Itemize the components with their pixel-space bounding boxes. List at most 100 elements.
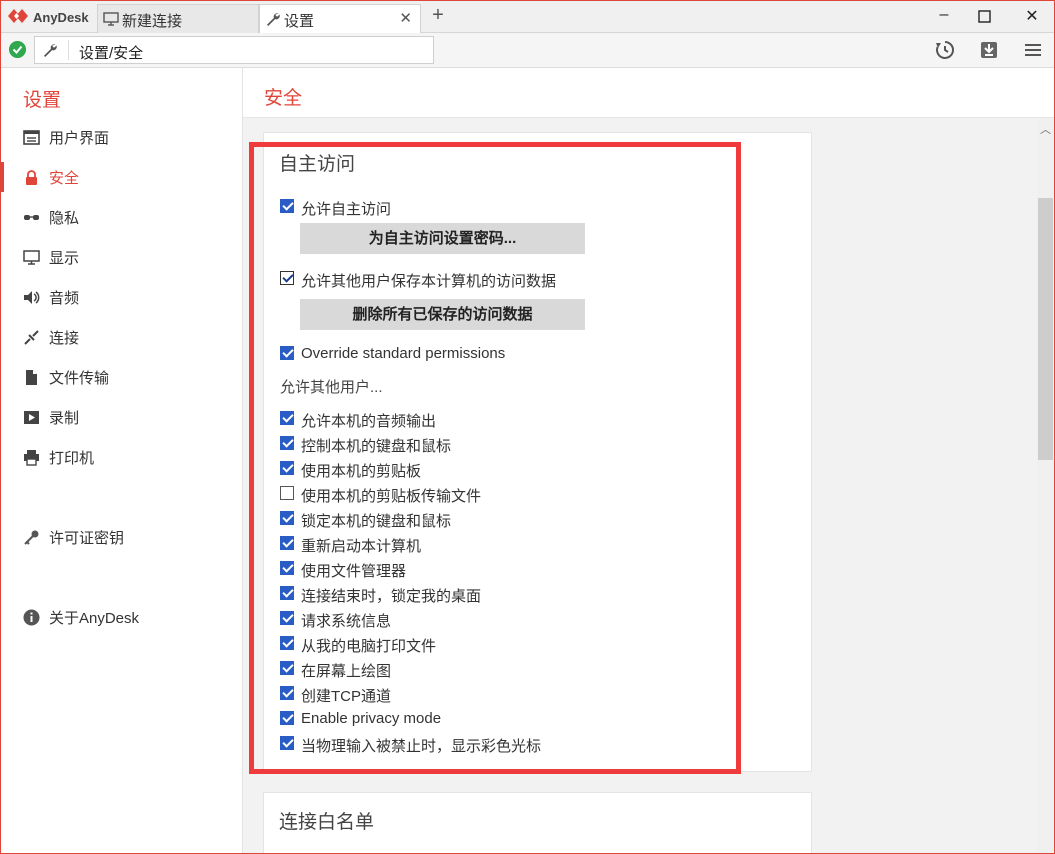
sidebar-item-display[interactable]: 显示 bbox=[1, 242, 241, 272]
title-bar: AnyDesk 新建连接 设置 ✕ + – ✕ bbox=[1, 1, 1054, 33]
checkbox-label: 请求系统信息 bbox=[301, 613, 392, 630]
sidebar-item-label: 许可证密钥 bbox=[49, 530, 125, 547]
checkbox[interactable] bbox=[280, 611, 294, 625]
checkbox[interactable] bbox=[280, 486, 294, 500]
sidebar-item-user-interface[interactable]: 用户界面 bbox=[1, 122, 241, 152]
connection-icon bbox=[24, 330, 39, 345]
glasses-icon bbox=[24, 215, 39, 220]
sidebar-item-label: 安全 bbox=[49, 170, 80, 187]
wrench-icon bbox=[44, 44, 57, 57]
main-header: 安全 bbox=[243, 68, 1054, 118]
sidebar-item-license-key[interactable]: 许可证密钥 bbox=[1, 522, 241, 552]
sidebar-item-recording[interactable]: 录制 bbox=[1, 402, 241, 432]
checkbox[interactable] bbox=[280, 436, 294, 450]
download-icon[interactable] bbox=[979, 40, 999, 60]
checkbox-label: 使用本机的剪贴板传输文件 bbox=[301, 488, 482, 505]
checkbox-label: 使用本机的剪贴板 bbox=[301, 463, 422, 480]
sidebar-item-label: 录制 bbox=[49, 410, 80, 427]
checkbox-label: 允许本机的音频输出 bbox=[301, 413, 437, 430]
checkbox[interactable] bbox=[280, 461, 294, 475]
minimize-icon[interactable]: – bbox=[933, 6, 955, 28]
scroll-up-icon[interactable]: ︿ bbox=[1040, 121, 1051, 137]
delete-saved-access-button[interactable]: 删除所有已保存的访问数据 bbox=[300, 299, 585, 330]
sidebar-item-security[interactable]: 安全 bbox=[1, 162, 241, 192]
sidebar-item-label: 关于AnyDesk bbox=[49, 610, 140, 627]
page-title: 安全 bbox=[264, 88, 303, 109]
sidebar-item-label: 连接 bbox=[49, 330, 80, 347]
close-icon[interactable]: ✕ bbox=[399, 9, 412, 27]
key-icon bbox=[24, 530, 39, 545]
tab-label: 设置 bbox=[284, 13, 315, 30]
sidebar-item-label: 隐私 bbox=[49, 210, 80, 227]
speaker-icon bbox=[24, 291, 40, 304]
checkbox-label: 重新启动本计算机 bbox=[301, 538, 422, 555]
checkbox[interactable] bbox=[280, 411, 294, 425]
allow-others-label: 允许其他用户... bbox=[280, 379, 383, 396]
set-password-button[interactable]: 为自主访问设置密码... bbox=[300, 223, 585, 254]
display-icon bbox=[23, 250, 40, 265]
panel-title: 自主访问 bbox=[279, 154, 356, 175]
panel-title: 连接白名单 bbox=[279, 812, 375, 833]
whitelist-panel: 连接白名单 bbox=[263, 792, 812, 853]
vertical-scrollbar[interactable]: ︿ bbox=[1037, 118, 1054, 853]
checkbox[interactable] bbox=[280, 536, 294, 550]
sidebar-item-label: 文件传输 bbox=[49, 370, 110, 387]
tab-settings[interactable]: 设置 ✕ bbox=[259, 4, 421, 33]
anydesk-logo-icon bbox=[8, 9, 28, 23]
plus-icon[interactable]: + bbox=[429, 4, 447, 27]
checkbox[interactable] bbox=[280, 736, 294, 750]
checkbox[interactable] bbox=[280, 586, 294, 600]
checkbox-label: 从我的电脑打印文件 bbox=[301, 638, 437, 655]
checkbox[interactable] bbox=[280, 711, 294, 725]
checkbox[interactable] bbox=[280, 346, 294, 360]
info-icon bbox=[23, 609, 40, 626]
checkbox-label: 当物理输入被禁止时，显示彩色光标 bbox=[301, 738, 542, 755]
wrench-icon bbox=[267, 13, 280, 26]
checkbox[interactable] bbox=[280, 661, 294, 675]
checkbox-label: 控制本机的键盘和鼠标 bbox=[301, 438, 452, 455]
monitor-icon bbox=[103, 12, 119, 26]
tab-new-connection[interactable]: 新建连接 bbox=[97, 4, 259, 33]
checkbox-label: 允许自主访问 bbox=[301, 201, 392, 218]
checkbox[interactable] bbox=[280, 636, 294, 650]
sidebar-item-label: 用户界面 bbox=[49, 130, 110, 147]
settings-main: 安全 自主访问 允许自主访问 为自主访问设置密码... 允许其他用户保存本计算机… bbox=[243, 68, 1054, 853]
maximize-icon[interactable] bbox=[978, 10, 992, 24]
close-window-icon[interactable]: ✕ bbox=[1021, 6, 1043, 28]
sidebar-item-printer[interactable]: 打印机 bbox=[1, 442, 241, 472]
sidebar-item-label: 打印机 bbox=[49, 450, 95, 467]
checkbox[interactable] bbox=[280, 199, 294, 213]
checkbox[interactable] bbox=[280, 271, 294, 285]
file-icon bbox=[26, 370, 37, 385]
sidebar-title: 设置 bbox=[23, 90, 62, 111]
checkbox-label: 创建TCP通道 bbox=[301, 688, 392, 705]
unattended-access-panel: 自主访问 允许自主访问 为自主访问设置密码... 允许其他用户保存本计算机的访问… bbox=[263, 132, 812, 772]
checkbox-label: 连接结束时，锁定我的桌面 bbox=[301, 588, 482, 605]
checkbox-label: 使用文件管理器 bbox=[301, 563, 407, 580]
scroll-thumb[interactable] bbox=[1038, 198, 1053, 460]
address-text: 设置/安全 bbox=[79, 45, 144, 62]
record-icon bbox=[24, 411, 39, 424]
sidebar-item-privacy[interactable]: 隐私 bbox=[1, 202, 241, 232]
app-name: AnyDesk bbox=[33, 10, 89, 25]
checkbox[interactable] bbox=[280, 561, 294, 575]
user-interface-icon bbox=[23, 130, 40, 145]
checkbox-label: 锁定本机的键盘和鼠标 bbox=[301, 513, 452, 530]
sidebar-item-about[interactable]: 关于AnyDesk bbox=[1, 602, 241, 632]
sidebar-item-file-transfer[interactable]: 文件传输 bbox=[1, 362, 241, 392]
checkbox-label: 允许其他用户保存本计算机的访问数据 bbox=[301, 273, 557, 290]
settings-sidebar: 设置 用户界面 安全 隐私 显示 音频 连接 文件传输 录制 打印机 许可证密钥… bbox=[1, 68, 243, 853]
menu-icon[interactable] bbox=[1023, 40, 1043, 60]
checkbox-label: Enable privacy mode bbox=[301, 710, 442, 727]
anydesk-window: AnyDesk 新建连接 设置 ✕ + – ✕ 设置/安全 设置 用户界面 安全… bbox=[0, 0, 1055, 854]
sidebar-item-connection[interactable]: 连接 bbox=[1, 322, 241, 352]
address-input[interactable]: 设置/安全 bbox=[34, 36, 434, 64]
checkbox[interactable] bbox=[280, 511, 294, 525]
check-circle-icon bbox=[9, 41, 26, 58]
sidebar-item-label: 显示 bbox=[49, 250, 80, 267]
address-bar: 设置/安全 bbox=[1, 33, 1054, 68]
history-icon[interactable] bbox=[935, 40, 955, 60]
sidebar-item-audio[interactable]: 音频 bbox=[1, 282, 241, 312]
sidebar-item-label: 音频 bbox=[49, 290, 80, 307]
checkbox[interactable] bbox=[280, 686, 294, 700]
